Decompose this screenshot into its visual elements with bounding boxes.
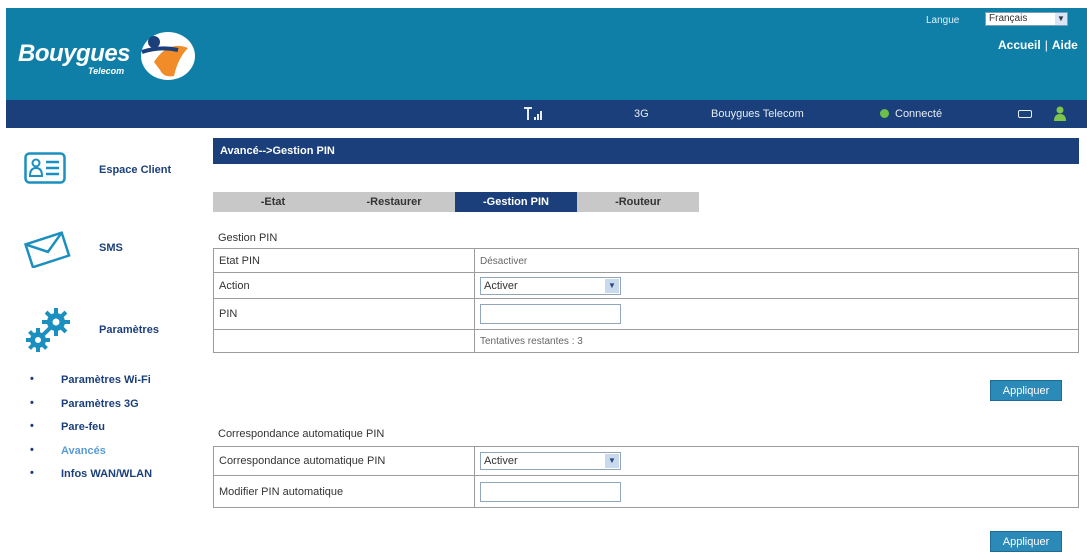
modify-auto-pin-cell bbox=[474, 475, 1079, 508]
bouygues-logo-icon bbox=[141, 32, 195, 80]
auto-match-value: Activer bbox=[484, 455, 518, 467]
sidebar-client-space[interactable]: Espace Client bbox=[22, 148, 202, 192]
language-label: Langue bbox=[926, 15, 960, 26]
logo-subtext: Telecom bbox=[88, 66, 125, 76]
pin-state-value: Désactiver bbox=[480, 255, 528, 267]
auto-match-label: Correspondance automatique PIN bbox=[213, 446, 475, 476]
gears-icon bbox=[26, 308, 70, 352]
attempts-remaining: Tentatives restantes : 3 bbox=[480, 336, 583, 347]
action-label: Action bbox=[213, 272, 475, 299]
status-dot-icon bbox=[880, 109, 889, 118]
network-type: 3G bbox=[634, 108, 649, 120]
home-link[interactable]: Accueil bbox=[998, 38, 1041, 52]
sidebar: Espace Client SMS Paramètres • Paramètre… bbox=[0, 128, 210, 556]
auto-pin-form-table: Correspondance automatique PIN Activer ▼… bbox=[213, 446, 1079, 508]
pin-state-label: Etat PIN bbox=[213, 248, 475, 273]
pin-label: PIN bbox=[213, 298, 475, 330]
sidebar-client-label: Espace Client bbox=[99, 164, 172, 176]
page-title: Avancé-->Gestion PIN bbox=[213, 138, 1079, 164]
language-value: Français bbox=[989, 13, 1028, 24]
table-row: Modifier PIN automatique bbox=[213, 475, 1079, 508]
table-row: Tentatives restantes : 3 bbox=[213, 329, 1079, 353]
attempts-cell: Tentatives restantes : 3 bbox=[474, 329, 1079, 353]
sidebar-sms-label: SMS bbox=[99, 242, 123, 254]
auto-pin-section-title: Correspondance automatique PIN bbox=[218, 428, 385, 440]
pin-state-value-cell: Désactiver bbox=[474, 248, 1079, 273]
signal-icon bbox=[524, 107, 542, 120]
action-value: Activer bbox=[484, 279, 518, 292]
table-row: Correspondance automatique PIN Activer ▼ bbox=[213, 446, 1079, 476]
top-links: Accueil | Aide bbox=[998, 38, 1078, 52]
table-row: Etat PIN Désactiver bbox=[213, 248, 1079, 273]
table-row: PIN bbox=[213, 298, 1079, 330]
status-bar: 3G Bouygues Telecom Connecté bbox=[6, 100, 1087, 128]
chevron-down-icon: ▼ bbox=[605, 278, 619, 293]
link-separator: | bbox=[1044, 38, 1048, 52]
settings-submenu: Paramètres Wi-Fi Paramètres 3G Pare-feu … bbox=[30, 373, 152, 492]
sidebar-settings[interactable]: Paramètres bbox=[22, 304, 202, 352]
client-card-icon bbox=[24, 152, 66, 184]
action-cell: Activer ▼ bbox=[474, 272, 1079, 299]
sidebar-item-advanced[interactable]: Avancés bbox=[30, 444, 152, 469]
tab-router[interactable]: -Routeur bbox=[577, 192, 699, 212]
sidebar-sms[interactable]: SMS bbox=[22, 226, 202, 270]
tab-state[interactable]: -Etat bbox=[213, 192, 333, 212]
auto-match-cell: Activer ▼ bbox=[474, 446, 1079, 476]
empty-cell bbox=[213, 329, 475, 353]
sms-envelope-icon bbox=[23, 231, 71, 268]
sidebar-item-wan-wlan[interactable]: Infos WAN/WLAN bbox=[30, 467, 152, 492]
apply-button-pin[interactable]: Appliquer bbox=[990, 380, 1062, 401]
tab-pin-management[interactable]: -Gestion PIN bbox=[455, 192, 577, 212]
modify-auto-pin-label: Modifier PIN automatique bbox=[213, 475, 475, 508]
sidebar-item-wifi[interactable]: Paramètres Wi-Fi bbox=[30, 373, 152, 398]
pin-form-table: Etat PIN Désactiver Action Activer ▼ PIN… bbox=[213, 248, 1079, 353]
tab-restore[interactable]: -Restaurer bbox=[333, 192, 455, 212]
connection-status: Connecté bbox=[880, 108, 942, 120]
battery-icon bbox=[1018, 110, 1032, 118]
table-row: Action Activer ▼ bbox=[213, 272, 1079, 299]
help-link[interactable]: Aide bbox=[1052, 38, 1078, 52]
operator-name: Bouygues Telecom bbox=[711, 108, 804, 120]
pin-cell bbox=[474, 298, 1079, 330]
language-select[interactable]: Français ▼ bbox=[985, 12, 1068, 26]
sidebar-item-firewall[interactable]: Pare-feu bbox=[30, 420, 152, 445]
top-header: Bouygues Telecom Langue Français ▼ Accue… bbox=[6, 8, 1087, 100]
chevron-down-icon: ▼ bbox=[1055, 13, 1067, 25]
action-select[interactable]: Activer ▼ bbox=[480, 276, 621, 295]
apply-button-auto-pin[interactable]: Appliquer bbox=[990, 531, 1062, 552]
sidebar-item-3g[interactable]: Paramètres 3G bbox=[30, 397, 152, 422]
pin-section-title: Gestion PIN bbox=[218, 232, 278, 244]
user-icon bbox=[1054, 106, 1066, 121]
chevron-down-icon: ▼ bbox=[605, 454, 619, 468]
connection-label: Connecté bbox=[895, 108, 943, 120]
pin-input[interactable] bbox=[480, 304, 621, 324]
sidebar-settings-label: Paramètres bbox=[99, 324, 159, 336]
modify-auto-pin-input[interactable] bbox=[480, 481, 621, 502]
logo-text: Bouygues bbox=[18, 40, 131, 67]
bouygues-logo[interactable]: Bouygues Telecom bbox=[14, 28, 204, 80]
auto-match-select[interactable]: Activer ▼ bbox=[480, 452, 621, 470]
